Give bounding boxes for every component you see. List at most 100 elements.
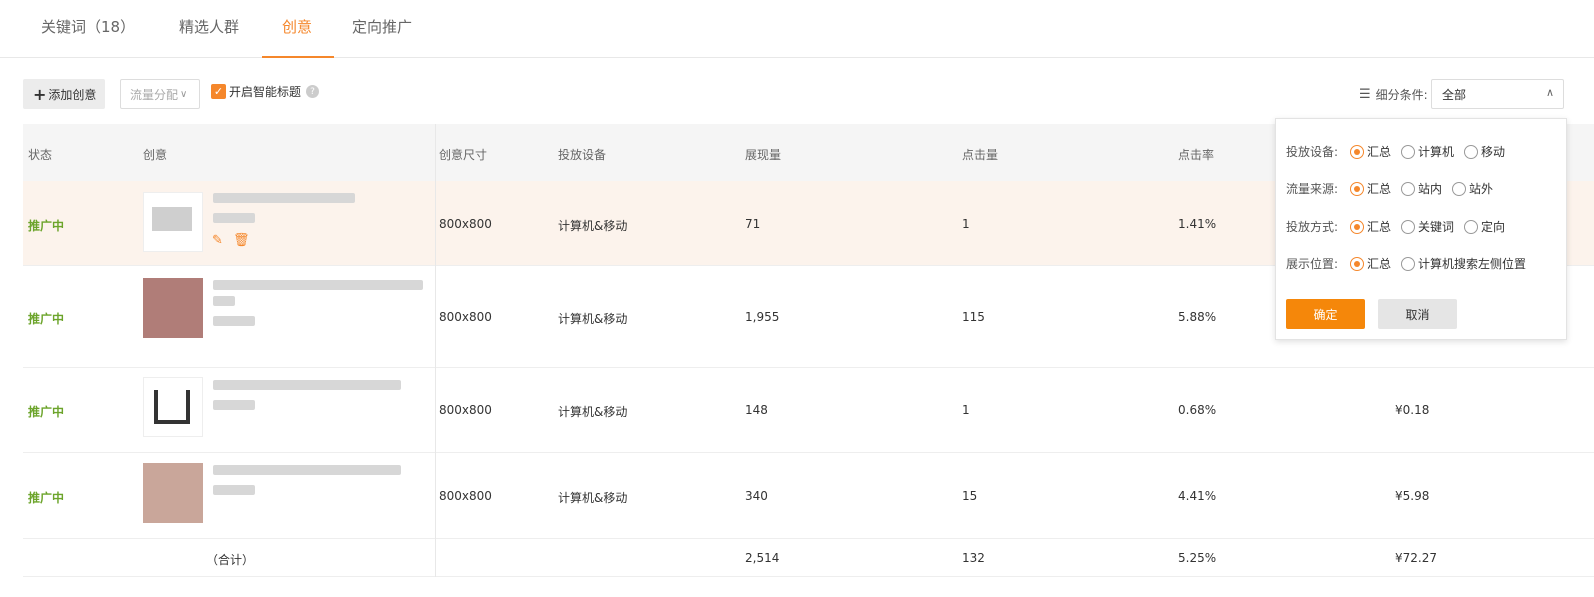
total-cost: ¥72.27 (1395, 551, 1437, 565)
ctr-cell: 5.88% (1178, 310, 1217, 324)
radio-position-all[interactable]: 汇总 (1350, 255, 1391, 272)
header-impressions[interactable]: 展现量 (745, 146, 781, 163)
tab-targeting[interactable]: 定向推广 (352, 16, 412, 37)
radio-label: 移动 (1481, 145, 1506, 159)
filter-row-label: 流量来源: (1286, 182, 1339, 196)
creative-subtitle-blurred (213, 485, 255, 495)
radio-empty-icon (1401, 219, 1416, 234)
status-badge: 推广中 (28, 405, 65, 419)
list-icon: ☰ (1359, 87, 1371, 102)
radio-device-all[interactable]: 汇总 (1350, 143, 1391, 160)
smart-title-checkbox[interactable]: ✓ (211, 84, 226, 99)
radio-traffic-offsite[interactable]: 站外 (1452, 180, 1493, 197)
smart-title-toggle[interactable]: ✓ 开启智能标题 ? (211, 83, 320, 100)
header-device: 投放设备 (558, 148, 607, 162)
filter-condition-label: ☰ 细分条件: (1359, 86, 1428, 103)
radio-device-pc[interactable]: 计算机 (1401, 143, 1454, 160)
table-row: 推广中 800x800 计算机&移动 340 15 4.41% ¥5.98 (23, 453, 1594, 539)
radio-label: 汇总 (1367, 220, 1392, 234)
smart-title-label: 开启智能标题 (229, 85, 302, 99)
traffic-allocation-select[interactable]: 流量分配 ∨ (120, 79, 200, 109)
radio-method-all[interactable]: 汇总 (1350, 218, 1391, 235)
ctr-cell: 0.68% (1178, 403, 1217, 417)
radio-label: 计算机搜索左侧位置 (1418, 257, 1527, 271)
clicks-cell: 15 (962, 489, 978, 503)
radio-empty-icon (1464, 144, 1479, 159)
radio-traffic-onsite[interactable]: 站内 (1401, 180, 1442, 197)
creative-subtitle-blurred (213, 400, 255, 410)
filter-row-method: 投放方式: 汇总 关键词 定向 (1286, 218, 1515, 235)
clicks-cell: 1 (962, 403, 970, 417)
radio-position-pc-left[interactable]: 计算机搜索左侧位置 (1401, 255, 1526, 272)
impressions-cell: 340 (745, 489, 768, 503)
filter-row-traffic: 流量来源: 汇总 站内 站外 (1286, 180, 1503, 197)
radio-label: 汇总 (1367, 145, 1392, 159)
add-creative-label: 添加创意 (48, 87, 97, 102)
thumbnail-image (154, 390, 190, 424)
total-row: （合计） 2,514 132 5.25% ¥72.27 (23, 539, 1594, 577)
trash-icon[interactable]: 🗑 (233, 233, 250, 248)
radio-label: 汇总 (1367, 257, 1392, 271)
header-size: 创意尺寸 (439, 148, 488, 162)
size-cell: 800x800 (439, 403, 492, 417)
tab-bar: 关键词（18） 精选人群 创意 定向推广 (0, 0, 1594, 58)
status-badge: 推广中 (28, 491, 65, 505)
radio-label: 定向 (1481, 220, 1506, 234)
radio-selected-icon (1350, 219, 1364, 234)
filter-row-label: 投放设备: (1286, 145, 1339, 159)
radio-traffic-all[interactable]: 汇总 (1350, 180, 1391, 197)
plus-icon: + (33, 84, 47, 104)
chevron-down-icon: ∨ (180, 88, 188, 100)
add-creative-button[interactable]: + 添加创意 (23, 79, 105, 109)
filter-condition-select[interactable]: 全部 ∧ (1431, 79, 1564, 109)
impressions-cell: 71 (745, 217, 761, 231)
creative-thumbnail[interactable] (143, 278, 203, 338)
device-cell: 计算机&移动 (558, 312, 628, 326)
creative-title-blurred (213, 380, 401, 390)
header-creative: 创意 (143, 148, 168, 162)
radio-empty-icon (1401, 181, 1416, 196)
question-icon[interactable]: ? (306, 85, 320, 98)
header-clicks[interactable]: 点击量 (962, 146, 998, 163)
creative-title-blurred (213, 296, 235, 306)
radio-empty-icon (1464, 219, 1479, 234)
creative-title-blurred (213, 465, 401, 475)
confirm-button[interactable]: 确定 (1286, 299, 1365, 329)
radio-label: 站外 (1469, 182, 1494, 196)
filter-row-label: 展示位置: (1286, 257, 1339, 271)
total-label: （合计） (206, 553, 255, 567)
total-ctr: 5.25% (1178, 551, 1217, 565)
radio-selected-icon (1350, 144, 1364, 159)
tab-creative[interactable]: 创意 (282, 16, 312, 37)
creative-thumbnail[interactable] (143, 377, 203, 437)
creative-subtitle-blurred (213, 213, 255, 223)
creative-thumbnail[interactable] (143, 192, 203, 252)
radio-empty-icon (1401, 256, 1416, 271)
tab-keywords[interactable]: 关键词（18） (41, 16, 135, 37)
creative-thumbnail[interactable] (143, 463, 203, 523)
total-impressions: 2,514 (745, 551, 780, 565)
size-cell: 800x800 (439, 489, 492, 503)
column-divider (435, 124, 436, 577)
radio-empty-icon (1401, 144, 1416, 159)
tab-audience[interactable]: 精选人群 (179, 16, 239, 37)
active-tab-indicator (262, 56, 334, 58)
cost-cell: ¥0.18 (1395, 403, 1430, 417)
filter-condition-value: 全部 (1442, 87, 1467, 102)
radio-method-keyword[interactable]: 关键词 (1401, 218, 1454, 235)
filter-row-position: 展示位置: 汇总 计算机搜索左侧位置 (1286, 255, 1536, 272)
radio-label: 计算机 (1418, 145, 1455, 159)
creative-title-blurred (213, 280, 423, 290)
radio-method-targeting[interactable]: 定向 (1464, 218, 1505, 235)
cancel-button[interactable]: 取消 (1378, 299, 1457, 329)
pencil-icon[interactable]: ✎ (212, 233, 223, 248)
thumbnail-image (152, 207, 192, 231)
radio-selected-icon (1350, 181, 1364, 196)
header-ctr[interactable]: 点击率 (1178, 146, 1214, 163)
radio-device-mobile[interactable]: 移动 (1464, 143, 1505, 160)
creative-title-blurred (213, 193, 355, 203)
impressions-cell: 1,955 (745, 310, 780, 324)
ctr-cell: 1.41% (1178, 217, 1217, 231)
device-cell: 计算机&移动 (558, 405, 628, 419)
radio-label: 汇总 (1367, 182, 1392, 196)
